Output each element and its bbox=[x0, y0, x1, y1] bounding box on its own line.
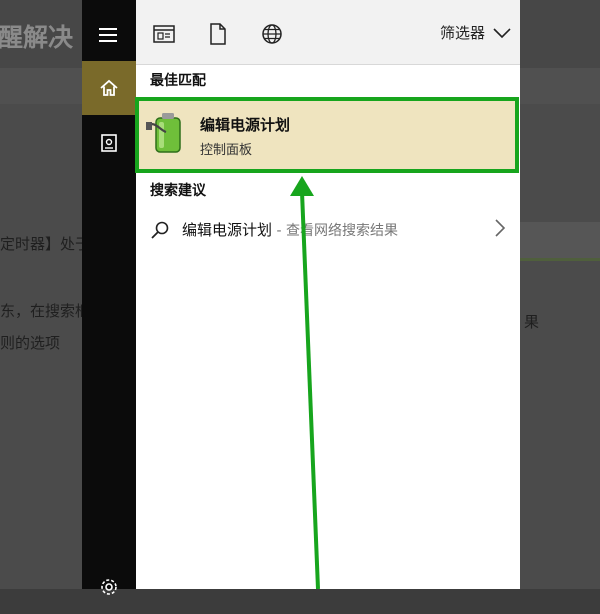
documents-filter-button[interactable] bbox=[206, 22, 230, 46]
home-icon bbox=[100, 79, 118, 96]
notebook-icon bbox=[101, 134, 117, 152]
chevron-right-icon[interactable] bbox=[494, 218, 506, 238]
settings-button[interactable] bbox=[82, 560, 136, 614]
search-toolbar: 筛选器 bbox=[136, 0, 520, 65]
home-button[interactable] bbox=[82, 61, 136, 115]
best-match-subtitle: 控制面板 bbox=[200, 143, 253, 158]
notebook-button[interactable] bbox=[82, 116, 136, 170]
best-match-highlight-border bbox=[135, 97, 519, 173]
hamburger-menu-icon bbox=[99, 28, 117, 42]
background-text-2: 东，在搜索框 bbox=[0, 302, 91, 320]
filter-label: 筛选器 bbox=[440, 24, 486, 42]
suggestion-query: 编辑电源计划 bbox=[182, 221, 273, 239]
background-right-box bbox=[520, 222, 600, 261]
web-filter-button[interactable] bbox=[260, 22, 284, 46]
globe-icon bbox=[262, 24, 282, 44]
start-menu-rail bbox=[82, 0, 136, 595]
filter-dropdown[interactable]: 筛选器 bbox=[440, 22, 511, 43]
background-text-4: 果 bbox=[524, 313, 540, 331]
suggestion-suffix: - 查看网络搜索结果 bbox=[272, 223, 398, 239]
search-suggestions-header: 搜索建议 bbox=[150, 183, 206, 199]
document-icon bbox=[210, 23, 226, 45]
menu-button[interactable] bbox=[82, 8, 136, 62]
background-text-3: 则的选项 bbox=[0, 334, 61, 352]
power-plan-battery-icon bbox=[146, 110, 190, 156]
background-text-1: 定时器】处于 bbox=[0, 235, 91, 253]
search-suggestion-row[interactable]: 编辑电源计划 - 查看网络搜索结果 bbox=[136, 208, 520, 248]
apps-filter-button[interactable] bbox=[152, 22, 176, 46]
background-title: 醒解决 bbox=[0, 23, 74, 52]
best-match-header: 最佳匹配 bbox=[150, 73, 206, 89]
search-panel: 筛选器 最佳匹配 编辑电源计划 控制面板 搜索建议 编辑电源计划 - 查看网络搜… bbox=[135, 0, 520, 589]
apps-icon bbox=[153, 25, 175, 43]
suggestion-text: 编辑电源计划 - 查看网络搜索结果 bbox=[182, 219, 398, 240]
best-match-title: 编辑电源计划 bbox=[200, 116, 291, 134]
chevron-down-icon bbox=[493, 27, 511, 38]
settings-icon bbox=[101, 579, 117, 595]
search-icon bbox=[151, 221, 169, 239]
